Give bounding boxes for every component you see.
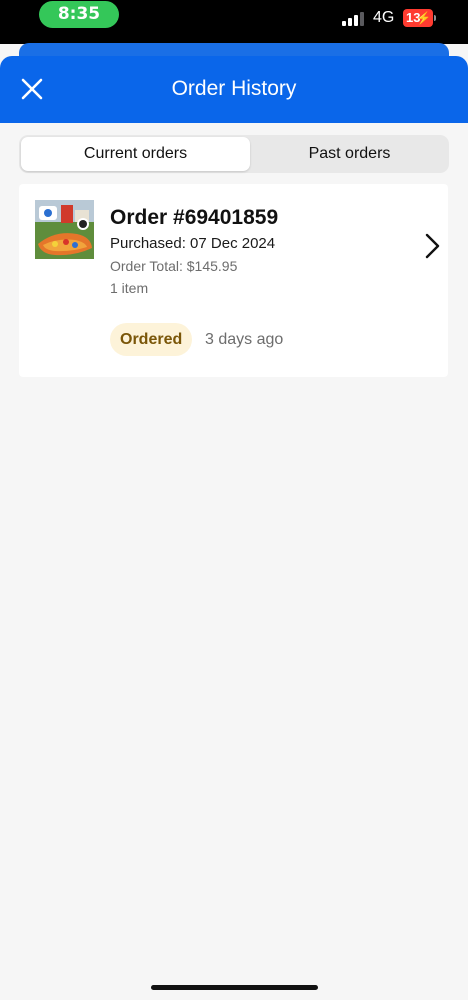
- network-label: 4G: [373, 9, 395, 26]
- order-total: Order Total: $145.95: [110, 258, 238, 274]
- order-card[interactable]: Order #69401859 Purchased: 07 Dec 2024 O…: [19, 184, 448, 377]
- status-bar: 8:35 4G 13 ⚡: [0, 0, 468, 44]
- charging-bolt-icon: ⚡: [416, 11, 431, 25]
- status-time: 8:35: [39, 1, 119, 28]
- signal-icon: [342, 10, 366, 26]
- page-title: Order History: [171, 77, 297, 100]
- chevron-right-icon: [425, 233, 440, 259]
- tab-current-orders[interactable]: Current orders: [21, 137, 250, 171]
- battery-icon: 13 ⚡: [403, 9, 433, 27]
- product-thumbnail: [35, 200, 94, 259]
- close-button[interactable]: [14, 71, 50, 107]
- header-bar: Order History: [0, 56, 468, 123]
- order-item-count: 1 item: [110, 280, 149, 296]
- tab-past-orders[interactable]: Past orders: [252, 137, 447, 171]
- order-purchased-date: Purchased: 07 Dec 2024: [110, 235, 276, 252]
- close-icon: [21, 78, 43, 100]
- status-badge: Ordered: [110, 323, 193, 356]
- order-tabs: Current orders Past orders: [19, 135, 449, 173]
- battery-cap: [434, 15, 436, 21]
- home-indicator[interactable]: [151, 985, 318, 990]
- status-time-ago: 3 days ago: [205, 331, 284, 348]
- order-number: Order #69401859: [110, 206, 279, 229]
